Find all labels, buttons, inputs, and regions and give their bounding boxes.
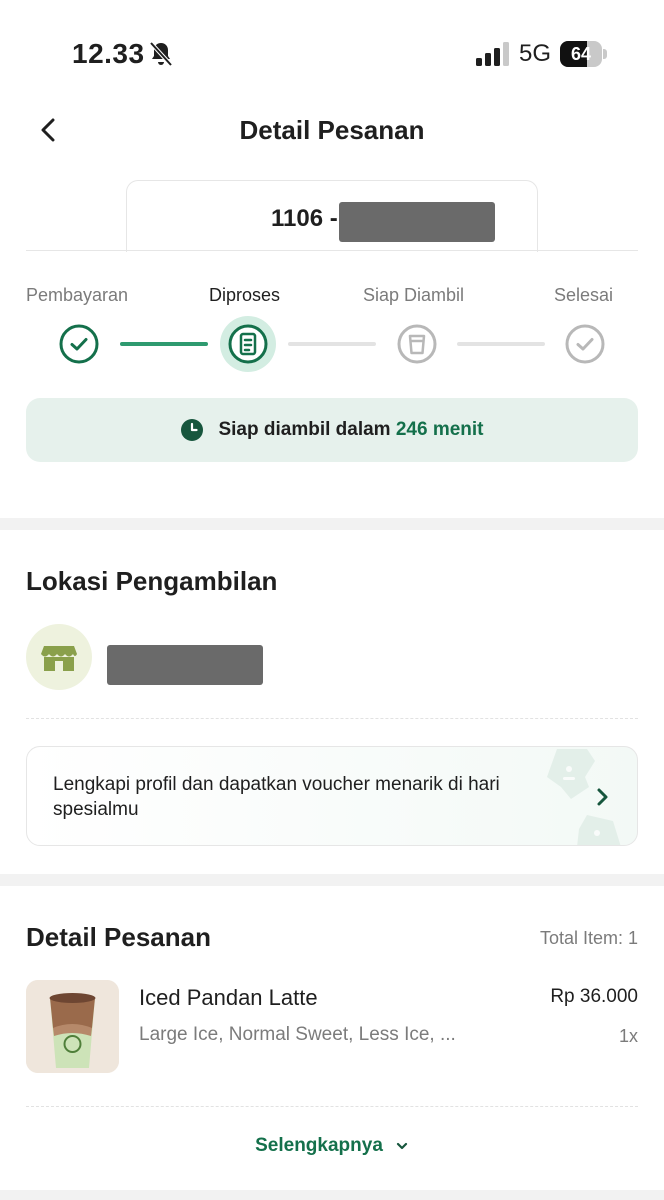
profile-promo-banner[interactable]: Lengkapi profil dan dapatkan voucher men… xyxy=(26,746,638,846)
section-separator xyxy=(0,874,664,886)
product-options: Large Ice, Normal Sweet, Less Ice, ... xyxy=(139,1024,456,1045)
store-avatar xyxy=(26,624,92,690)
ready-duration: 246 menit xyxy=(395,419,484,440)
status-time: 12.33 xyxy=(72,38,145,69)
step-processing-icon xyxy=(228,324,268,364)
step-done-check-icon xyxy=(59,324,99,364)
store-icon xyxy=(41,646,77,671)
divider xyxy=(26,250,638,251)
see-more-button[interactable]: Selengkapnya xyxy=(0,1135,664,1157)
step-connector-pending xyxy=(288,342,376,346)
clock-icon xyxy=(181,419,204,441)
order-number-tab: 1106 - xyxy=(126,180,538,252)
see-more-label: Selengkapnya xyxy=(255,1135,383,1156)
product-price: Rp 36.000 xyxy=(550,986,638,1007)
product-image xyxy=(26,980,119,1073)
step-connector-done xyxy=(120,342,208,346)
status-bar: 12.33 5G 64 xyxy=(0,0,664,100)
step-cup-icon xyxy=(397,324,437,364)
chevron-down-icon xyxy=(396,1142,407,1150)
voucher-decoration-icon xyxy=(547,749,621,845)
redacted-order-number xyxy=(339,202,495,242)
order-detail-title: Detail Pesanan xyxy=(26,922,211,952)
dashed-divider xyxy=(26,1106,638,1107)
pickup-title: Lokasi Pengambilan xyxy=(26,566,278,596)
step-label-pembayaran: Pembayaran xyxy=(26,285,129,305)
section-separator xyxy=(0,1190,664,1200)
product-quantity: 1x xyxy=(618,1026,638,1046)
step-label-selesai: Selesai xyxy=(554,285,614,305)
battery-level: 64 xyxy=(570,44,592,64)
step-finished-check-icon xyxy=(565,324,605,364)
signal-icon xyxy=(476,42,509,66)
order-number-prefix: 1106 - xyxy=(271,205,338,232)
product-name: Iced Pandan Latte xyxy=(139,985,318,1010)
redacted-store-name xyxy=(107,645,263,685)
total-items: Total Item: 1 xyxy=(539,928,638,948)
section-separator xyxy=(0,518,664,530)
ready-time-box: Siap diambil dalam 246 menit xyxy=(26,398,638,462)
page-title: Detail Pesanan xyxy=(239,115,425,145)
dashed-divider xyxy=(26,718,638,719)
step-connector-pending xyxy=(457,342,545,346)
chevron-right-icon xyxy=(597,788,608,806)
promo-text: Lengkapi profil dan dapatkan voucher men… xyxy=(53,774,500,820)
step-label-diproses: Diproses xyxy=(209,285,281,305)
network-type: 5G xyxy=(519,40,552,67)
step-label-siap-diambil: Siap Diambil xyxy=(363,285,465,305)
bell-muted-icon xyxy=(149,41,173,67)
ready-text: Siap diambil dalam xyxy=(218,419,391,440)
battery-icon: 64 xyxy=(560,41,608,67)
